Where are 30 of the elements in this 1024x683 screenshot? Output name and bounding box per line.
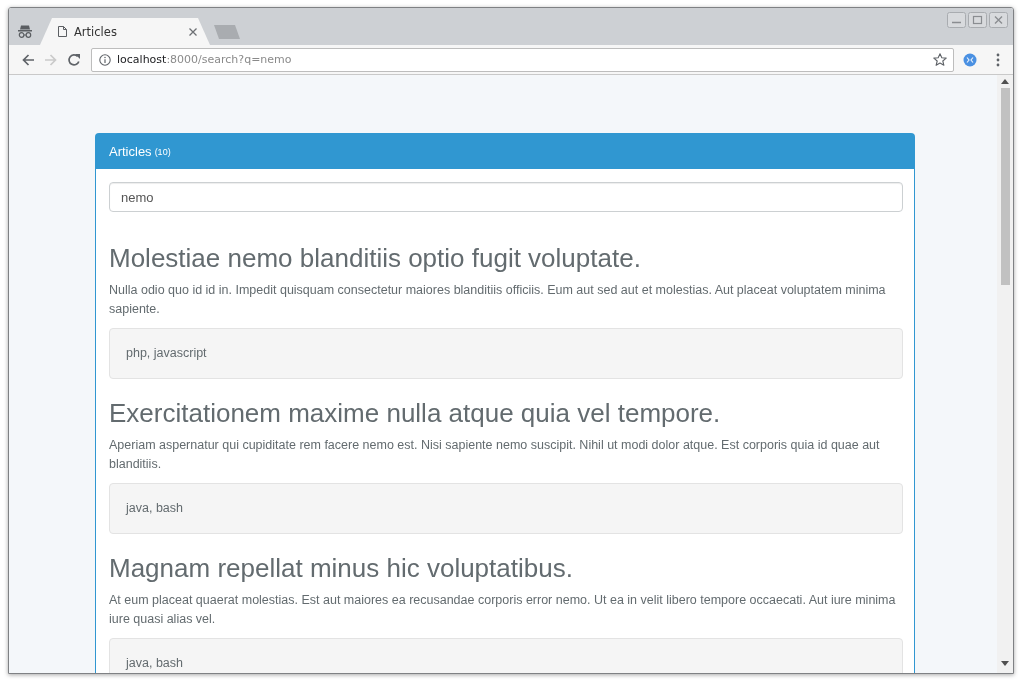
article-title: Molestiae nemo blanditiis optio fugit voluptate. (109, 243, 642, 273)
article-title: Exercitationem maxime nulla atque quia vel tempore. (109, 398, 722, 428)
browser-tab[interactable]: Articles (40, 18, 210, 45)
minimize-icon[interactable] (947, 12, 966, 28)
scroll-up-icon[interactable] (1001, 79, 1009, 84)
reload-icon[interactable] (67, 52, 81, 67)
close-icon[interactable] (189, 27, 197, 36)
article-title: Magnam repellat minus hic voluptatibus. (109, 553, 574, 583)
tags-text: php, javascript (126, 346, 208, 361)
url-text: localhost:8000/search?q=nemo (117, 53, 293, 66)
info-icon[interactable] (99, 53, 111, 66)
back-arrow-icon[interactable] (21, 52, 35, 67)
tags-text: java, bash (126, 656, 184, 671)
scrollbar[interactable] (997, 75, 1013, 673)
extension-icon[interactable] (963, 52, 977, 67)
address-bar[interactable]: localhost:8000/search?q=nemo (91, 47, 954, 72)
maximize-icon[interactable] (968, 12, 987, 28)
article-summary: At eum placeat quaerat molestias. Est aut maiores ea recusandae corporis error nemo. Ut ea in velit libero tempore occaecati. Aut iure minima iure quasi alias vel. (109, 592, 897, 628)
article-count: (10) (154, 147, 171, 157)
panel-title: Articles (109, 143, 152, 159)
page-icon (58, 26, 67, 37)
menu-icon[interactable] (996, 52, 1000, 67)
star-icon[interactable] (933, 53, 947, 66)
search-field[interactable]: nemo (109, 182, 903, 212)
article-summary: Nulla odio quo id id in. Impedit quisquam consectetur maiores blanditiis officiis. Eum aut sed aut et molestias. Aut placeat voluptatem minima sapiente. (109, 282, 887, 318)
scroll-down-icon[interactable] (1001, 661, 1009, 666)
tags-text: java, bash (126, 501, 184, 516)
scrollbar-thumb[interactable] (1000, 88, 1010, 285)
incognito-icon (18, 25, 32, 38)
article-summary: Aperiam aspernatur qui cupiditate rem facere nemo est. Nisi sapiente nemo suscipit. Nihil ut modi dolor atque. Est corporis quia id quae aut blanditiis. (109, 437, 881, 473)
